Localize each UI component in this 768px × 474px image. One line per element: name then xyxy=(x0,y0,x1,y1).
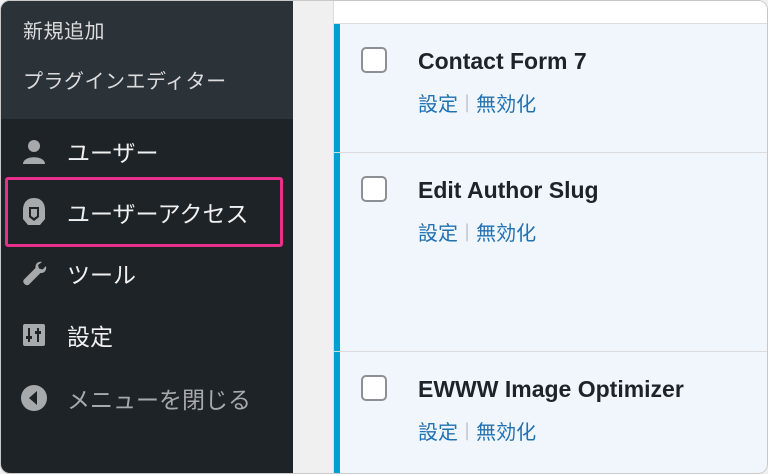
settings-link[interactable]: 設定 xyxy=(418,416,458,445)
sidebar-item-settings[interactable]: 設定 xyxy=(1,307,293,363)
plugin-checkbox[interactable] xyxy=(361,47,387,73)
plugin-actions: 設定 | 無効化 xyxy=(418,217,536,246)
deactivate-link[interactable]: 無効化 xyxy=(476,88,536,117)
content-gutter xyxy=(293,1,333,473)
collapse-menu-button[interactable]: メニューを閉じる xyxy=(1,370,293,426)
sidebar-item-label: ツール xyxy=(67,263,136,289)
wrench-icon xyxy=(19,258,49,288)
user-access-icon xyxy=(19,197,49,227)
table-row: Edit Author Slug 設定 | 無効化 xyxy=(334,153,767,352)
submenu-plugin-editor[interactable]: プラグインエディター xyxy=(23,65,227,94)
sidebar-item-label: ユーザーアクセス xyxy=(67,202,249,228)
active-plugin-indicator xyxy=(334,153,340,351)
plugin-name: Contact Form 7 xyxy=(418,48,587,74)
user-icon xyxy=(19,136,49,166)
table-row: Contact Form 7 設定 | 無効化 xyxy=(334,24,767,153)
sidebar-item-user-access[interactable]: ユーザーアクセス xyxy=(1,184,293,240)
action-separator: | xyxy=(464,92,471,113)
plugin-checkbox[interactable] xyxy=(361,176,387,202)
plugin-name: Edit Author Slug xyxy=(418,177,599,203)
plugins-submenu: 新規追加 プラグインエディター xyxy=(1,1,293,119)
plugins-table: Contact Form 7 設定 | 無効化 Edit Author Slug… xyxy=(333,1,767,473)
plugin-checkbox[interactable] xyxy=(361,375,387,401)
admin-sidebar: 新規追加 プラグインエディター ユーザー ユーザーアクセス ツール 設定 メニュ… xyxy=(1,1,293,473)
collapse-icon xyxy=(19,383,49,413)
active-plugin-indicator xyxy=(334,352,340,473)
sidebar-item-label: メニューを閉じる xyxy=(67,388,251,414)
settings-link[interactable]: 設定 xyxy=(418,88,458,117)
plugin-actions: 設定 | 無効化 xyxy=(418,88,536,117)
table-header-strip xyxy=(334,1,767,24)
window-frame: 新規追加 プラグインエディター ユーザー ユーザーアクセス ツール 設定 メニュ… xyxy=(0,0,768,474)
plugin-name: EWWW Image Optimizer xyxy=(418,376,684,402)
deactivate-link[interactable]: 無効化 xyxy=(476,416,536,445)
settings-icon xyxy=(19,320,49,350)
action-separator: | xyxy=(464,221,471,242)
deactivate-link[interactable]: 無効化 xyxy=(476,217,536,246)
plugin-actions: 設定 | 無効化 xyxy=(418,416,536,445)
table-row: EWWW Image Optimizer 設定 | 無効化 xyxy=(334,352,767,473)
sidebar-item-tools[interactable]: ツール xyxy=(1,245,293,301)
settings-link[interactable]: 設定 xyxy=(418,217,458,246)
sidebar-item-label: 設定 xyxy=(67,325,113,351)
sidebar-item-label: ユーザー xyxy=(67,141,159,167)
active-plugin-indicator xyxy=(334,24,340,152)
action-separator: | xyxy=(464,420,471,441)
submenu-add-new[interactable]: 新規追加 xyxy=(23,15,105,44)
sidebar-item-users[interactable]: ユーザー xyxy=(1,123,293,179)
